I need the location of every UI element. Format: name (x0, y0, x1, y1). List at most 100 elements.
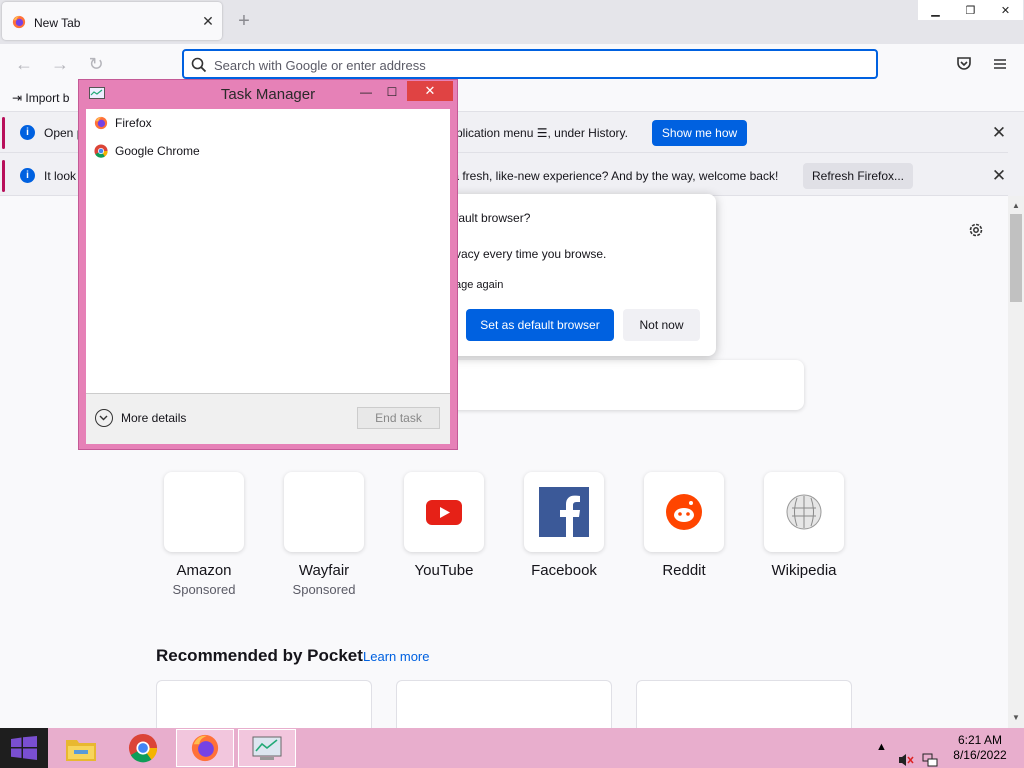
info-icon: i (20, 125, 35, 140)
address-input[interactable] (214, 55, 854, 75)
clock-date: 8/16/2022 (953, 748, 1007, 762)
taskbar-task-manager[interactable] (238, 729, 296, 767)
sponsored-label: Sponsored (292, 582, 356, 597)
top-site-tile-youtube[interactable] (404, 472, 484, 552)
close-notification-icon[interactable]: ✕ (990, 124, 1008, 142)
reddit-icon (666, 494, 702, 530)
task-manager-titlebar[interactable]: Task Manager — ☐ ✕ (79, 80, 457, 108)
windows-taskbar: ▲ 6:21 AM 8/16/2022 (0, 728, 1024, 768)
top-site-label: Reddit (662, 562, 706, 579)
dialog-title: fault browser? (455, 211, 531, 225)
minimize-icon[interactable]: — (353, 82, 379, 102)
learn-more-link[interactable]: Learn more (363, 649, 429, 664)
chrome-icon (128, 733, 158, 763)
refresh-firefox-button[interactable]: Refresh Firefox... (803, 163, 913, 189)
scroll-up-arrow-icon[interactable]: ▲ (1008, 198, 1024, 214)
notification-text-right: r a fresh, like-new experience? And by t… (445, 169, 779, 183)
pocket-heading: Recommended by Pocket (156, 646, 363, 665)
show-me-how-button[interactable]: Show me how (652, 120, 747, 146)
reload-icon[interactable]: ↻ (84, 52, 108, 76)
taskbar-firefox[interactable] (176, 729, 234, 767)
taskbar-google-chrome[interactable] (114, 729, 172, 767)
pocket-icon[interactable] (955, 55, 973, 73)
info-icon: i (20, 168, 35, 183)
more-details-label: More details (121, 411, 187, 425)
dont-show-again-label[interactable]: age again (455, 279, 503, 291)
firefox-icon (191, 734, 219, 762)
notification-accent-stripe (2, 160, 5, 192)
speaker-muted-icon[interactable] (898, 740, 914, 768)
address-bar[interactable] (182, 49, 878, 79)
top-site-label: Amazon (176, 562, 232, 579)
process-name: Firefox (115, 116, 152, 130)
process-list: Firefox Google Chrome More details End t… (86, 109, 450, 444)
pocket-story-card[interactable] (156, 680, 372, 728)
chevron-down-icon (95, 409, 113, 427)
default-browser-dialog: fault browser? vacy every time you brows… (440, 194, 716, 356)
import-icon: ⇥ (12, 91, 26, 105)
start-button[interactable] (0, 728, 48, 768)
folder-icon (66, 740, 96, 761)
process-item-google-chrome[interactable]: Google Chrome (94, 142, 200, 160)
page-scrollbar[interactable]: ▲ ▼ (1008, 196, 1024, 728)
top-site-tile-wayfair[interactable] (284, 472, 364, 552)
tab-strip: New Tab ✕ + (0, 0, 1024, 44)
task-manager-footer: More details End task (86, 393, 450, 444)
task-manager-icon (252, 736, 282, 760)
import-bookmarks-item[interactable]: ⇥ Import b (12, 91, 69, 105)
top-site-tile-wikipedia[interactable] (764, 472, 844, 552)
gear-icon[interactable] (967, 221, 985, 239)
not-now-button[interactable]: Not now (623, 309, 700, 341)
import-bookmarks-label: Import b (25, 91, 70, 105)
pocket-story-card[interactable] (396, 680, 612, 728)
tab-title: New Tab (34, 16, 81, 30)
scrollbar-thumb[interactable] (1010, 214, 1022, 302)
taskbar-clock[interactable]: 6:21 AM 8/16/2022 (946, 733, 1014, 763)
search-icon (191, 57, 207, 73)
notification-accent-stripe (2, 117, 5, 149)
close-notification-icon[interactable]: ✕ (990, 167, 1008, 185)
top-site-label: YouTube (414, 562, 474, 579)
top-site-tile-facebook[interactable] (524, 472, 604, 552)
wikipedia-globe-icon (786, 494, 822, 530)
show-hidden-icons-chevron-icon[interactable]: ▲ (876, 741, 887, 768)
clock-time: 6:21 AM (957, 733, 1003, 747)
chrome-icon (94, 144, 108, 158)
navigation-toolbar: ← → ↻ (0, 44, 1024, 84)
forward-arrow-icon[interactable]: → (48, 52, 72, 76)
facebook-icon (539, 487, 589, 537)
taskbar-file-explorer[interactable] (52, 729, 110, 767)
window-minimize-button[interactable]: ▁ (918, 0, 953, 20)
top-site-label: Wikipedia (771, 562, 837, 579)
task-manager-window: Task Manager — ☐ ✕ Firefox Google Chrome… (78, 79, 458, 450)
firefox-icon (12, 15, 26, 29)
scroll-down-arrow-icon[interactable]: ▼ (1008, 710, 1024, 726)
pocket-story-card[interactable] (636, 680, 852, 728)
window-restore-button[interactable]: ❐ (953, 0, 988, 20)
menu-hamburger-icon[interactable] (991, 55, 1009, 73)
end-task-button[interactable]: End task (357, 407, 440, 429)
tab-close-icon[interactable]: ✕ (200, 13, 216, 29)
new-tab-plus-icon[interactable]: + (234, 11, 254, 31)
top-site-label: Wayfair (298, 562, 350, 579)
dialog-description: vacy every time you browse. (455, 247, 607, 261)
process-name: Google Chrome (115, 144, 200, 158)
close-icon[interactable]: ✕ (407, 81, 453, 101)
top-site-tile-reddit[interactable] (644, 472, 724, 552)
maximize-icon[interactable]: ☐ (379, 82, 405, 102)
notification-text-left: It look (44, 169, 77, 183)
windows-logo-icon (11, 736, 37, 760)
tab-new-tab[interactable]: New Tab ✕ (2, 2, 222, 40)
notification-text-right: plication menu ☰, under History. (456, 126, 628, 140)
back-arrow-icon[interactable]: ← (12, 52, 36, 76)
network-icon[interactable] (922, 740, 938, 768)
set-default-browser-button[interactable]: Set as default browser (466, 309, 614, 341)
firefox-icon (94, 116, 108, 130)
top-site-tile-amazon[interactable] (164, 472, 244, 552)
process-item-firefox[interactable]: Firefox (94, 114, 152, 132)
window-close-button[interactable]: ✕ (988, 0, 1023, 20)
youtube-icon (426, 500, 462, 525)
more-details-toggle[interactable]: More details (95, 409, 186, 427)
sponsored-label: Sponsored (172, 582, 236, 597)
top-site-label: Facebook (531, 562, 597, 579)
